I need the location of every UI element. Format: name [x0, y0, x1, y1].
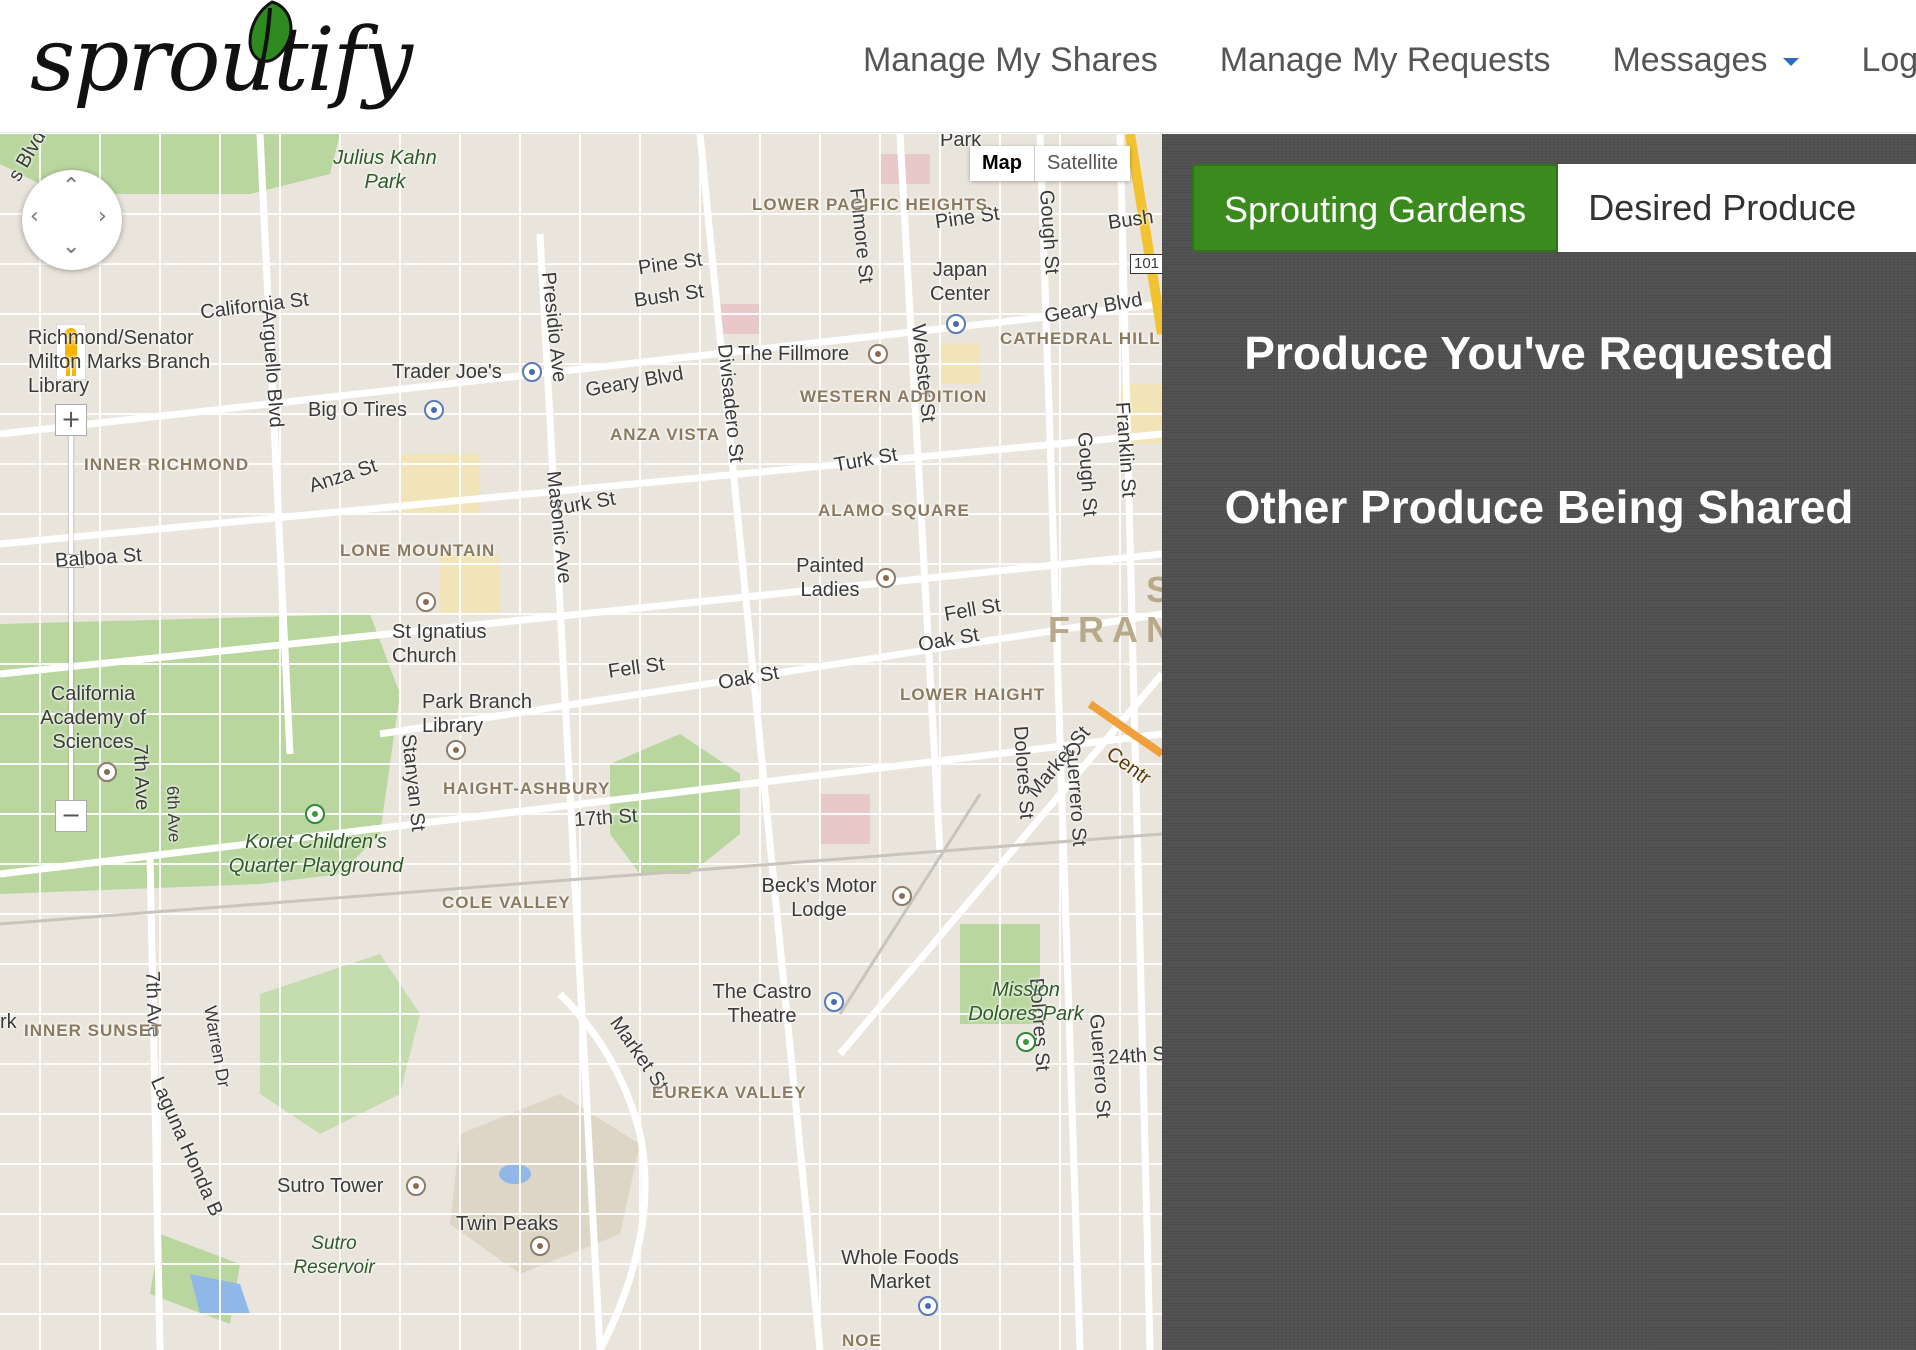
- nav-manage-my-shares-label: Manage My Shares: [862, 40, 1158, 79]
- map-type-satellite-button[interactable]: Satellite: [1035, 146, 1131, 181]
- place-label: Beck's Motor Lodge: [761, 875, 877, 921]
- place-label: Koret Children's Quarter Playground: [228, 831, 404, 877]
- place-label: St Ignatius Church: [392, 621, 487, 667]
- landmark-icon[interactable]: [406, 1176, 426, 1196]
- map-base-layer: [0, 134, 1162, 1350]
- twin-peaks-water: [499, 1164, 531, 1184]
- heading-produce-requested: Produce You've Requested: [1244, 327, 1834, 379]
- nav-logout[interactable]: Logou: [1861, 41, 1916, 80]
- nav-messages-label: Messages: [1612, 40, 1768, 79]
- place-label: Sutro Tower: [277, 1175, 384, 1197]
- place-label: Japan Center: [929, 259, 991, 305]
- map-type-control: Map Satellite: [970, 146, 1131, 181]
- place-label: California Academy of Sciences: [40, 683, 146, 753]
- place-label: Trader Joe's: [392, 361, 502, 383]
- district-label: LOWER PACIFIC HEIGHTS: [752, 196, 987, 214]
- place-label: Richmond/Senator Milton Marks Branch Lib…: [28, 327, 211, 397]
- district-label: INNER SUNSET: [24, 1021, 163, 1040]
- top-navbar: sproutify Manage My Shares Manage My Req…: [0, 0, 1916, 133]
- place-label: Julius Kahn Park: [333, 147, 437, 193]
- city-label: S: [1146, 572, 1162, 608]
- museum-icon[interactable]: [97, 762, 117, 782]
- place-label: Mission Dolores Park: [968, 979, 1084, 1025]
- venue-icon[interactable]: [868, 344, 888, 364]
- car-service-icon[interactable]: [424, 400, 444, 420]
- nav-manage-my-requests-label: Manage My Requests: [1219, 40, 1551, 79]
- pan-down-icon[interactable]: ⌄: [62, 236, 80, 258]
- place-label: Whole Foods Market: [841, 1247, 959, 1293]
- pan-up-icon[interactable]: ⌃: [62, 176, 80, 198]
- place-label: Sutro Reservoir: [293, 1233, 375, 1278]
- street-label: 6th Ave: [163, 785, 184, 843]
- zoom-in-button[interactable]: +: [55, 404, 87, 436]
- tab-desired-produce[interactable]: Desired Produce: [1558, 164, 1916, 252]
- district-label: COLE VALLEY: [442, 893, 571, 912]
- district-label: ANZA VISTA: [610, 425, 721, 444]
- park-tree-icon[interactable]: [1016, 1032, 1036, 1052]
- district-label: CATHEDRAL HILL: [1000, 329, 1161, 348]
- street-label: rk: [0, 1011, 17, 1033]
- place-label: The Fillmore: [738, 343, 850, 365]
- nav-logout-label: Logou: [1861, 40, 1916, 79]
- district-label: LONE MOUNTAIN: [340, 541, 496, 560]
- logo-text: sproutify: [30, 8, 413, 111]
- nav-manage-my-shares[interactable]: Manage My Shares: [863, 41, 1158, 80]
- produce-panel: Sprouting Gardens Desired Produce Produc…: [1162, 134, 1916, 1350]
- heading-produce-shared: Other Produce Being Shared: [1224, 481, 1854, 533]
- leaf-icon: [248, 0, 293, 91]
- district-label: WESTERN ADDITION: [800, 387, 988, 406]
- district-label: NOE: [842, 1331, 882, 1350]
- place-label: The Castro Theatre: [712, 981, 812, 1027]
- city-label: FRAN: [1048, 609, 1162, 650]
- theatre-icon[interactable]: [824, 992, 844, 1012]
- shopping-cart-icon[interactable]: [918, 1296, 938, 1316]
- library-icon[interactable]: [446, 740, 466, 760]
- panel-tabs: Sprouting Gardens Desired Produce: [1192, 164, 1916, 252]
- place-label: Painted Ladies: [796, 555, 864, 601]
- district-label: INNER RICHMOND: [84, 455, 250, 474]
- map-pan-control[interactable]: ⌃ ⌄ ‹ ›: [22, 170, 122, 270]
- street-label: Park: [940, 134, 982, 151]
- street-label: 24th S: [1107, 1043, 1162, 1069]
- viewpoint-icon[interactable]: [530, 1236, 550, 1256]
- caret-down-icon: [1783, 58, 1800, 66]
- park-tree-icon[interactable]: [305, 804, 325, 824]
- pan-left-icon[interactable]: ‹: [30, 206, 39, 228]
- zoom-out-button[interactable]: −: [55, 800, 87, 832]
- place-label: Big O Tires: [308, 399, 407, 421]
- landmark-icon[interactable]: [876, 568, 896, 588]
- district-label: HAIGHT-ASHBURY: [443, 779, 611, 798]
- tab-sprouting-gardens[interactable]: Sprouting Gardens: [1192, 164, 1559, 252]
- nav-manage-my-requests[interactable]: Manage My Requests: [1220, 41, 1551, 80]
- map-canvas[interactable]: Map Satellite ⌃ ⌄ ‹ › + − California St …: [0, 134, 1162, 1350]
- landmark-icon[interactable]: [946, 314, 966, 334]
- shopping-cart-icon[interactable]: [522, 362, 542, 382]
- church-icon[interactable]: [416, 592, 436, 612]
- street-label: 17th St: [573, 804, 639, 832]
- place-label: Twin Peaks: [456, 1213, 559, 1235]
- nav-messages-dropdown[interactable]: Messages: [1612, 40, 1800, 80]
- highway-shield: 101: [1130, 254, 1162, 274]
- main-nav: Manage My Shares Manage My Requests Mess…: [801, 0, 1916, 120]
- place-label: Park Branch Library: [422, 691, 533, 737]
- district-label: EUREKA VALLEY: [652, 1083, 807, 1102]
- district-label: LOWER HAIGHT: [900, 685, 1046, 704]
- pan-right-icon[interactable]: ›: [98, 206, 107, 228]
- zoom-slider-track[interactable]: [69, 419, 73, 814]
- district-label: ALAMO SQUARE: [818, 501, 970, 520]
- lodging-icon[interactable]: [892, 886, 912, 906]
- sproutify-logo[interactable]: sproutify: [30, 0, 413, 129]
